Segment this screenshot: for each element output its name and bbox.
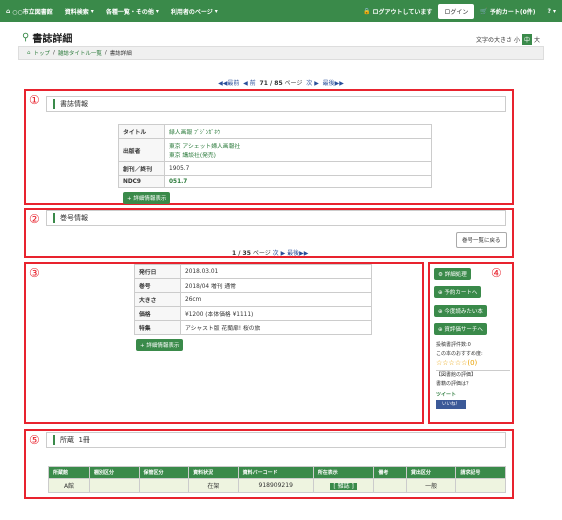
nav-user[interactable]: 利用者のページ ▾ bbox=[165, 7, 224, 16]
plus-circle-icon: ⊕ bbox=[438, 309, 443, 315]
right-icon: ▶ bbox=[314, 80, 319, 87]
marker-4: ④ bbox=[491, 266, 502, 280]
page-title: ⚲ 書誌詳細 bbox=[22, 32, 73, 45]
marker-2: ② bbox=[29, 212, 40, 226]
font-small[interactable]: 小 bbox=[514, 35, 520, 44]
double-left-icon: ◀◀ bbox=[218, 80, 228, 87]
issue-detail-button[interactable]: + 詳細情報表示 bbox=[136, 339, 184, 351]
holdings-table: 所蔵館 棚別区分 保管区分 資料状況 資料バーコード 所在表示 備考 貸出区分 請求記号 A館在… bbox=[48, 466, 506, 493]
breadcrumb-current: 書誌詳細 bbox=[109, 51, 132, 57]
double-right-icon: ▶▶ bbox=[334, 80, 344, 87]
gear-icon: ⚙ bbox=[438, 272, 443, 278]
prev-link[interactable]: ◀ 前 bbox=[243, 80, 256, 87]
last-link[interactable]: 最後▶▶ bbox=[323, 80, 344, 87]
marker-1: ① bbox=[29, 93, 40, 107]
tweet-link[interactable]: ツイート bbox=[436, 391, 510, 400]
publisher-link[interactable]: 東京 アシェット婦人画報社 東京 講談社(発売) bbox=[164, 138, 432, 162]
biblio-detail-button[interactable]: + 詳細情報表示 bbox=[123, 192, 171, 204]
first-link[interactable]: ◀◀最前 bbox=[218, 80, 239, 87]
caret-down-icon: ▾ bbox=[155, 7, 159, 15]
caret-down-icon: ▾ bbox=[90, 7, 94, 15]
lock-icon: 🔒 bbox=[363, 7, 371, 15]
like-button[interactable]: いいね！ bbox=[436, 400, 466, 409]
want-read-button[interactable]: ⊕ 今度読みたい本 bbox=[434, 305, 487, 317]
breadcrumb: ⌂ トップ / 雑誌タイトル一覧 / 書誌詳細 bbox=[18, 46, 544, 60]
add-cart-button[interactable]: ⊕ 予約カートへ bbox=[434, 286, 482, 298]
volume-heading: 巻号情報 bbox=[46, 210, 506, 226]
nav-lists[interactable]: 各種一覧・その他 ▾ bbox=[100, 7, 165, 16]
left-icon: ◀ bbox=[243, 80, 248, 87]
login-button[interactable]: ログイン bbox=[438, 3, 475, 19]
volume-pager: 1 / 35 ページ 次 ▶ 最後▶▶ bbox=[232, 250, 309, 257]
breadcrumb-top[interactable]: トップ bbox=[34, 49, 51, 57]
back-to-volumes-button[interactable]: 巻号一覧に戻る bbox=[456, 232, 507, 248]
caret-down-icon: ▾ bbox=[214, 7, 218, 15]
login-status: 🔒 ログアウトしています bbox=[363, 7, 433, 16]
vol-next[interactable]: 次 bbox=[273, 250, 279, 257]
record-pager: ◀◀最前 ◀ 前 71 / 85 ページ 次 ▶ 最後▶▶ bbox=[218, 80, 344, 87]
vol-last[interactable]: 最後 bbox=[287, 250, 299, 257]
caret-down-icon: ▾ bbox=[552, 7, 556, 15]
top-navbar: ⌂ ○○市立図書館 資料検索 ▾ 各種一覧・その他 ▾ 利用者のページ ▾ 🔒 ログアウト… bbox=[0, 0, 562, 22]
location-badge[interactable]: [ 雑誌 ] bbox=[330, 483, 357, 490]
search-icon: ⚲ bbox=[22, 32, 30, 43]
cart-icon: 🛒 bbox=[480, 7, 488, 15]
pager-current: 71 / 85 bbox=[259, 80, 283, 87]
marker-5: ⑤ bbox=[29, 433, 40, 447]
help-icon: ? bbox=[547, 7, 551, 15]
title-link[interactable]: 緑人画報 ﾌﾞｼﾞﾝｶﾞﾎｳ bbox=[164, 124, 432, 139]
plus-circle-icon: ⊕ bbox=[438, 290, 443, 296]
cart-link[interactable]: 🛒 予約カート(0件) bbox=[474, 7, 541, 16]
home-icon: ⌂ bbox=[27, 50, 31, 56]
right-icon: ▶ bbox=[280, 250, 286, 257]
help-menu[interactable]: ? ▾ bbox=[542, 8, 562, 15]
plus-circle-icon: ⊕ bbox=[438, 327, 443, 333]
home-link[interactable]: ⌂ ○○市立図書館 bbox=[0, 7, 59, 16]
detail-process-button[interactable]: ⚙ 詳細処理 bbox=[434, 268, 471, 280]
font-large[interactable]: 大 bbox=[534, 35, 540, 44]
double-right-icon: ▶▶ bbox=[299, 250, 309, 257]
marker-3: ③ bbox=[29, 266, 40, 280]
next-link[interactable]: 次 ▶ bbox=[306, 80, 319, 87]
ndc-link[interactable]: 051.7 bbox=[164, 175, 432, 188]
rating-stars: ☆☆☆☆☆(0) bbox=[436, 359, 478, 367]
font-size-control: 文字の大きさ小中大 bbox=[476, 34, 540, 45]
biblio-table: タイトル 緑人画報 ﾌﾞｼﾞﾝｶﾞﾎｳ 出版者 東京 アシェット婦人画報社 東京 講… bbox=[118, 124, 432, 188]
home-icon: ⌂ bbox=[6, 7, 11, 15]
holdings-heading: 所蔵 1冊 bbox=[46, 432, 506, 448]
review-search-button[interactable]: ⊕ 資評価サーチへ bbox=[434, 323, 487, 335]
review-panel: 投稿書評件数:0 この本のおすすめ度: ☆☆☆☆☆(0) 【図書館の評価】 書籍… bbox=[436, 341, 510, 409]
font-medium[interactable]: 中 bbox=[521, 34, 532, 45]
table-row: A館 在架 918909219[ 雑誌 ] 一般 bbox=[48, 478, 506, 493]
breadcrumb-list[interactable]: 雑誌タイトル一覧 bbox=[58, 49, 102, 57]
issue-table: 発行日 2018.03.01 巻号 2018/04 増刊 通常 大きさ 26cm 価格… bbox=[134, 264, 372, 335]
nav-search[interactable]: 資料検索 ▾ bbox=[59, 7, 100, 16]
biblio-heading: 書誌情報 bbox=[46, 96, 506, 112]
